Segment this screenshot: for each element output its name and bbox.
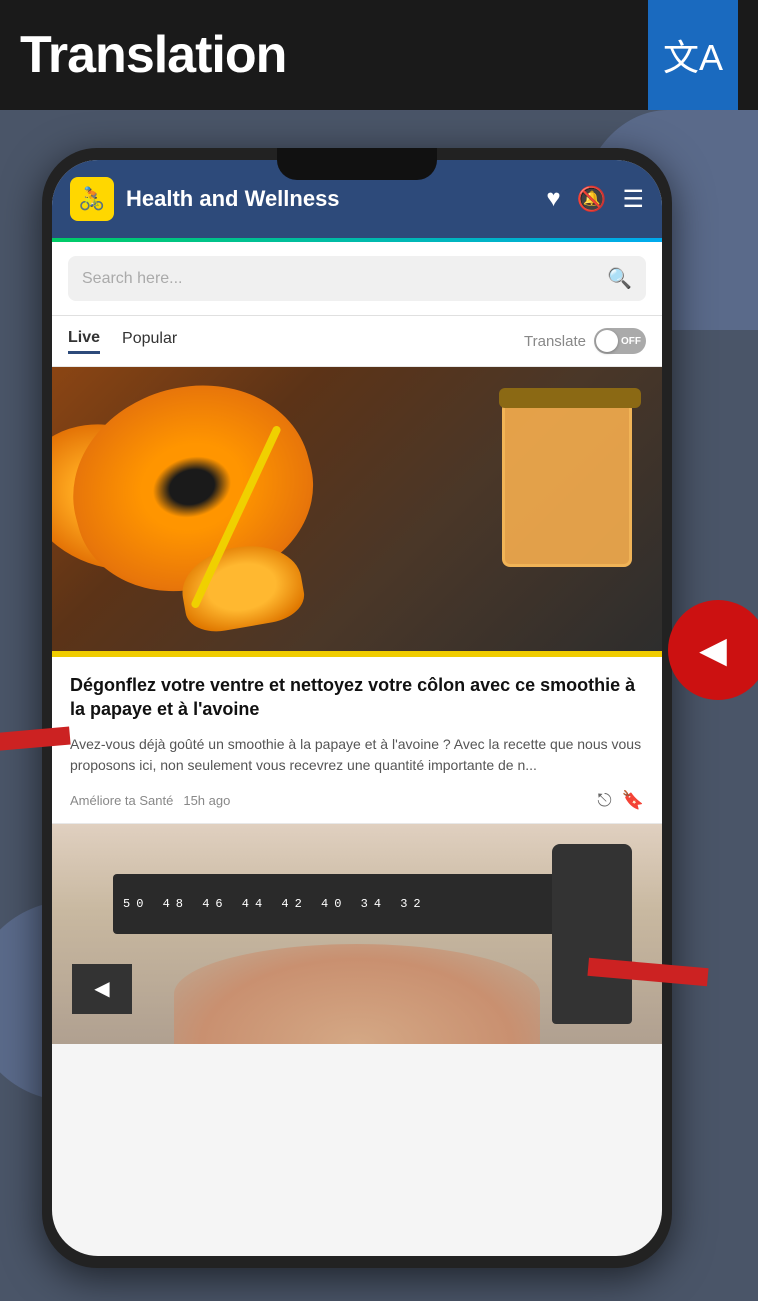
toggle-knob bbox=[596, 330, 618, 352]
toggle-switch[interactable]: OFF bbox=[594, 328, 646, 354]
heart-icon[interactable]: ♥ bbox=[546, 185, 560, 213]
article-2-image: 50 48 46 44 42 40 34 32 ◀ bbox=[52, 824, 662, 1044]
search-bar-wrap: Search here... 🔍 bbox=[52, 242, 662, 316]
article-1-title[interactable]: Dégonflez votre ventre et nettoyez votre… bbox=[70, 673, 644, 722]
ruler: 50 48 46 44 42 40 34 32 bbox=[113, 874, 601, 934]
app-title: Health and Wellness bbox=[126, 186, 534, 212]
article-1-source: Améliore ta Santé bbox=[70, 793, 173, 808]
phone-screen: 🚴 Health and Wellness ♥ 🔕 ☰ Search here.… bbox=[52, 160, 662, 1256]
menu-icon[interactable]: ☰ bbox=[622, 185, 644, 214]
red-circle-nav[interactable]: ◀ bbox=[668, 600, 758, 700]
jar-lid bbox=[499, 388, 641, 408]
tab-live[interactable]: Live bbox=[68, 329, 100, 354]
left-arrow-icon: ◀ bbox=[94, 976, 109, 1001]
logo-icon: 🚴 bbox=[78, 186, 105, 212]
ruler-markings: 50 48 46 44 42 40 34 32 bbox=[113, 897, 437, 911]
page-title: Translation bbox=[20, 25, 286, 85]
translate-icon-box[interactable]: 文A bbox=[648, 0, 738, 110]
top-header: Translation 文A bbox=[0, 0, 758, 110]
phone-notch bbox=[277, 148, 437, 180]
papaya-seeds bbox=[146, 448, 239, 527]
tab-popular[interactable]: Popular bbox=[122, 330, 177, 352]
translate-icon: 文A bbox=[663, 29, 723, 81]
nav-icons: ♥ 🔕 ☰ bbox=[546, 185, 644, 214]
search-icon: 🔍 bbox=[607, 266, 632, 291]
toggle-off-label: OFF bbox=[621, 336, 641, 347]
article-1-excerpt: Avez-vous déjà goûté un smoothie à la pa… bbox=[70, 734, 644, 776]
jar bbox=[502, 397, 632, 567]
bookmark-icon[interactable]: 🔖 bbox=[622, 790, 644, 811]
yellow-bar bbox=[52, 651, 662, 657]
share-icon[interactable]: ⎋ bbox=[597, 790, 611, 811]
app-logo: 🚴 bbox=[70, 177, 114, 221]
face-partial bbox=[174, 944, 540, 1044]
article-1-image bbox=[52, 367, 662, 657]
bell-icon[interactable]: 🔕 bbox=[577, 185, 607, 214]
phone-frame: 🚴 Health and Wellness ♥ 🔕 ☰ Search here.… bbox=[42, 148, 672, 1268]
caliper bbox=[552, 844, 632, 1024]
translate-toggle[interactable]: OFF bbox=[594, 328, 646, 354]
left-arrow-button[interactable]: ◀ bbox=[72, 964, 132, 1014]
translate-label: Translate bbox=[524, 333, 586, 350]
article-1-time: 15h ago bbox=[183, 793, 230, 808]
search-bar[interactable]: Search here... 🔍 bbox=[68, 256, 646, 301]
article-1-meta: Améliore ta Santé 15h ago ⎋ 🔖 bbox=[70, 790, 644, 811]
nav-arrow-icon: ◀ bbox=[699, 629, 727, 671]
search-placeholder: Search here... bbox=[82, 270, 597, 288]
tabs-row: Live Popular Translate OFF bbox=[52, 316, 662, 367]
article-1-body: Dégonflez votre ventre et nettoyez votre… bbox=[52, 657, 662, 823]
